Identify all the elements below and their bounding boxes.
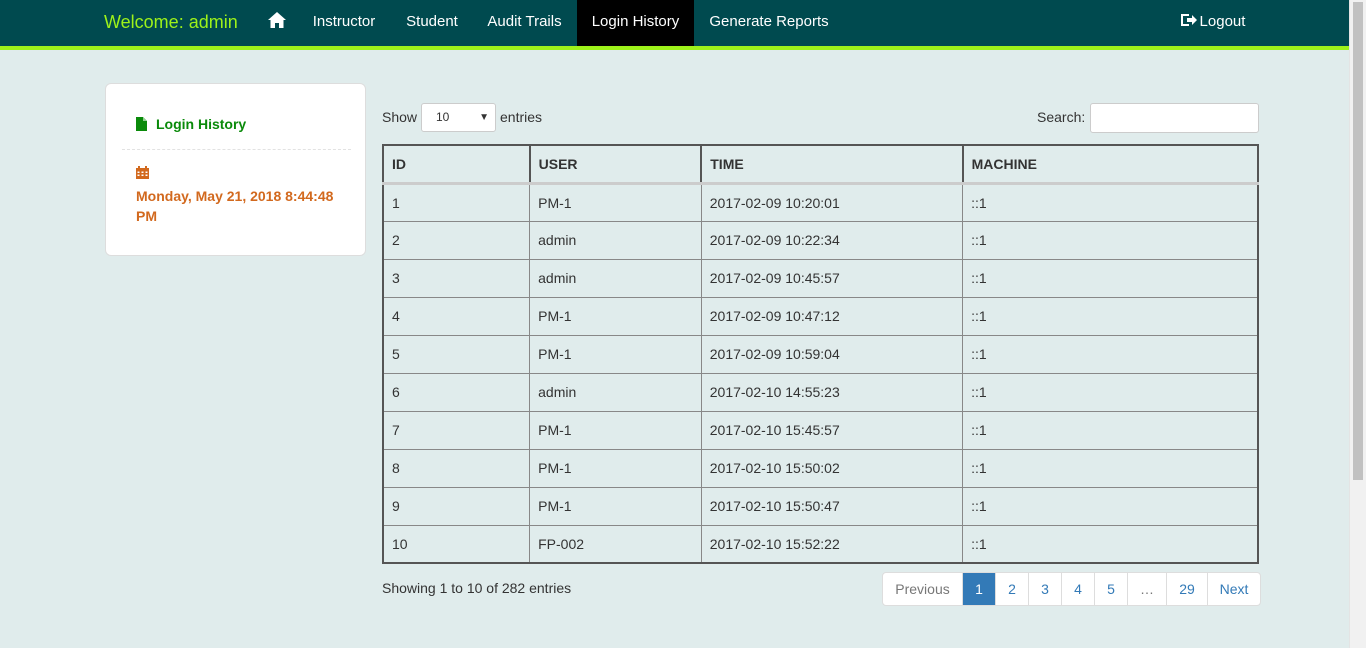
cell-time: 2017-02-09 10:22:34 bbox=[700, 220, 964, 260]
cell-id: 8 bbox=[382, 448, 531, 488]
search-label: Search: bbox=[1037, 109, 1086, 125]
cell-id: 9 bbox=[382, 486, 531, 526]
logout-button[interactable]: Logout bbox=[1166, 0, 1260, 46]
cell-user: FP-002 bbox=[529, 524, 702, 564]
nav-item-instructor[interactable]: Instructor bbox=[298, 0, 390, 46]
pagination-next[interactable]: Next bbox=[1207, 573, 1260, 605]
cell-user: PM-1 bbox=[529, 296, 702, 336]
column-header-user[interactable]: USER bbox=[529, 144, 702, 185]
pagination-ellipsis: … bbox=[1127, 573, 1166, 605]
logout-icon bbox=[1180, 13, 1200, 30]
cell-machine: ::1 bbox=[962, 372, 1259, 412]
cell-id: 6 bbox=[382, 372, 531, 412]
sidebar-panel: Login History Monday, May 21, 2018 8:44:… bbox=[105, 83, 366, 256]
cell-user: PM-1 bbox=[529, 486, 702, 526]
entries-label: entries bbox=[500, 109, 543, 125]
cell-time: 2017-02-10 14:55:23 bbox=[700, 372, 964, 412]
table-row: 9 PM-1 2017-02-10 15:50:47::1 bbox=[382, 486, 1259, 526]
cell-machine: ::1 bbox=[962, 524, 1259, 564]
cell-time: 2017-02-10 15:50:47 bbox=[700, 486, 964, 526]
cell-id: 10 bbox=[382, 524, 531, 564]
nav-item-student[interactable]: Student bbox=[393, 0, 471, 46]
login-history-table: ID USER TIME MACHINE 1 PM-1 2017-02-09 10:… bbox=[382, 144, 1259, 564]
cell-id: 2 bbox=[382, 220, 531, 260]
pagination-page-3[interactable]: 3 bbox=[1028, 573, 1061, 605]
cell-machine: ::1 bbox=[962, 220, 1259, 260]
logout-label: Logout bbox=[1199, 13, 1246, 30]
cell-time: 2017-02-09 10:45:57 bbox=[700, 258, 964, 298]
sidebar-divider bbox=[122, 149, 351, 150]
calendar-icon bbox=[136, 166, 149, 182]
cell-id: 7 bbox=[382, 410, 531, 450]
cell-id: 5 bbox=[382, 334, 531, 374]
pagination: Previous 1 2 3 4 5 … 29 Next bbox=[882, 572, 1261, 606]
table-row: 10 FP-002 2017-02-10 15:52:22::1 bbox=[382, 524, 1259, 564]
current-datetime: Monday, May 21, 2018 8:44:48 PM bbox=[136, 188, 334, 224]
cell-machine: ::1 bbox=[962, 448, 1259, 488]
top-navbar: Welcome: admin Instructor Student Audit … bbox=[0, 0, 1349, 50]
entries-value: 10 bbox=[436, 110, 450, 124]
table-row: 5 PM-1 2017-02-09 10:59:04::1 bbox=[382, 334, 1259, 374]
cell-user: admin bbox=[529, 220, 702, 260]
entries-select[interactable]: 10 ▼ bbox=[421, 103, 496, 132]
nav-item-generate-reports[interactable]: Generate Reports bbox=[697, 0, 841, 46]
sidebar-item-label: Login History bbox=[156, 116, 247, 132]
cell-machine: ::1 bbox=[962, 334, 1259, 374]
table-row: 1 PM-1 2017-02-09 10:20:01::1 bbox=[382, 182, 1259, 222]
cell-user: admin bbox=[529, 258, 702, 298]
cell-id: 3 bbox=[382, 258, 531, 298]
pagination-page-29[interactable]: 29 bbox=[1166, 573, 1207, 605]
entries-info: Showing 1 to 10 of 282 entries bbox=[382, 580, 572, 596]
cell-time: 2017-02-10 15:50:02 bbox=[700, 448, 964, 488]
cell-machine: ::1 bbox=[962, 486, 1259, 526]
table-header-row: ID USER TIME MACHINE bbox=[382, 144, 1259, 185]
cell-time: 2017-02-09 10:59:04 bbox=[700, 334, 964, 374]
welcome-brand[interactable]: Welcome: admin bbox=[104, 0, 238, 46]
table-row: 3 admin 2017-02-09 10:45:57::1 bbox=[382, 258, 1259, 298]
cell-machine: ::1 bbox=[962, 182, 1259, 222]
cell-machine: ::1 bbox=[962, 296, 1259, 336]
cell-user: PM-1 bbox=[529, 182, 702, 222]
pagination-previous[interactable]: Previous bbox=[883, 573, 962, 605]
cell-time: 2017-02-10 15:45:57 bbox=[700, 410, 964, 450]
cell-machine: ::1 bbox=[962, 258, 1259, 298]
pagination-page-5[interactable]: 5 bbox=[1094, 573, 1127, 605]
column-header-time[interactable]: TIME bbox=[700, 144, 964, 185]
table-row: 7 PM-1 2017-02-10 15:45:57::1 bbox=[382, 410, 1259, 450]
search-input[interactable] bbox=[1090, 103, 1259, 133]
nav-item-audit-trails[interactable]: Audit Trails bbox=[474, 0, 575, 46]
pagination-page-1[interactable]: 1 bbox=[962, 573, 995, 605]
page-scrollbar[interactable] bbox=[1349, 0, 1366, 648]
cell-user: admin bbox=[529, 372, 702, 412]
table-row: 6 admin 2017-02-10 14:55:23::1 bbox=[382, 372, 1259, 412]
pagination-page-4[interactable]: 4 bbox=[1061, 573, 1094, 605]
scrollbar-thumb[interactable] bbox=[1353, 2, 1363, 480]
show-label: Show bbox=[382, 109, 418, 125]
cell-time: 2017-02-09 10:47:12 bbox=[700, 296, 964, 336]
cell-user: PM-1 bbox=[529, 410, 702, 450]
cell-time: 2017-02-10 15:52:22 bbox=[700, 524, 964, 564]
table-row: 8 PM-1 2017-02-10 15:50:02::1 bbox=[382, 448, 1259, 488]
file-icon bbox=[136, 116, 156, 132]
table-row: 2 admin 2017-02-09 10:22:34::1 bbox=[382, 220, 1259, 260]
home-icon[interactable] bbox=[262, 0, 292, 46]
sidebar-item-login-history[interactable]: Login History bbox=[136, 116, 246, 132]
chevron-down-icon: ▼ bbox=[479, 112, 489, 123]
cell-user: PM-1 bbox=[529, 448, 702, 488]
cell-user: PM-1 bbox=[529, 334, 702, 374]
table-row: 4 PM-1 2017-02-09 10:47:12::1 bbox=[382, 296, 1259, 336]
cell-time: 2017-02-09 10:20:01 bbox=[700, 182, 964, 222]
nav-item-login-history[interactable]: Login History bbox=[577, 0, 694, 46]
cell-id: 4 bbox=[382, 296, 531, 336]
column-header-id[interactable]: ID bbox=[382, 144, 531, 185]
cell-machine: ::1 bbox=[962, 410, 1259, 450]
cell-id: 1 bbox=[382, 182, 531, 222]
column-header-machine[interactable]: MACHINE bbox=[962, 144, 1259, 185]
pagination-page-2[interactable]: 2 bbox=[995, 573, 1028, 605]
